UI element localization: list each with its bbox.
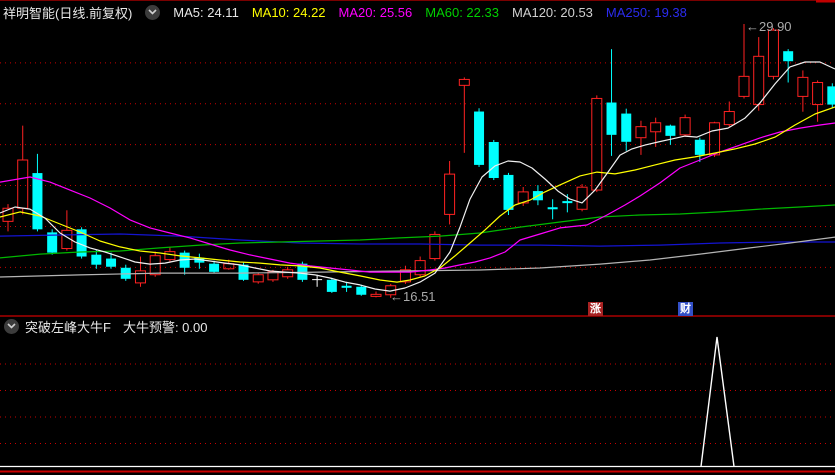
financial-report-badge[interactable]: 财 bbox=[678, 302, 693, 316]
candle bbox=[370, 291, 382, 298]
candle bbox=[474, 108, 485, 167]
candle bbox=[179, 250, 190, 275]
candle bbox=[621, 108, 632, 151]
candle bbox=[723, 101, 735, 127]
indicator-name[interactable]: 突破左峰大牛F bbox=[25, 317, 111, 336]
candle bbox=[606, 49, 617, 156]
candle bbox=[458, 77, 470, 153]
candle bbox=[414, 256, 426, 277]
indicator-value: 大牛预警: 0.00 bbox=[122, 319, 208, 335]
indicator-header: 突破左峰大牛F 大牛预警: 0.00 bbox=[4, 317, 208, 336]
candle bbox=[679, 114, 691, 137]
top-right-marker bbox=[816, 0, 835, 3]
ma60-legend: MA60: 22.33 bbox=[425, 4, 499, 20]
candle bbox=[797, 70, 809, 112]
candle bbox=[32, 153, 43, 232]
candle bbox=[61, 210, 73, 251]
ma120-legend: MA120: 20.53 bbox=[511, 4, 593, 20]
stock-title[interactable]: 祥明智能(日线.前复权) bbox=[3, 3, 132, 22]
candle bbox=[444, 161, 456, 225]
ma20-legend: MA20: 25.56 bbox=[338, 4, 413, 20]
chart-header: 祥明智能(日线.前复权) MA5: 24.11 MA10: 24.22 MA20… bbox=[3, 3, 687, 21]
ma-line-ma250 bbox=[0, 233, 835, 247]
candle bbox=[91, 249, 102, 269]
candle bbox=[120, 264, 131, 281]
candle bbox=[738, 24, 750, 99]
candle bbox=[591, 95, 603, 193]
candle bbox=[134, 256, 146, 287]
candle bbox=[767, 28, 779, 80]
ma-line-ma60 bbox=[0, 204, 835, 259]
indicator-spike bbox=[700, 336, 735, 467]
stock-chart-window: ←29.90 ←16.51 祥明智能(日线.前复权) MA5: 24.11 MA1… bbox=[0, 0, 835, 475]
candle bbox=[488, 139, 499, 181]
candle bbox=[812, 80, 824, 122]
chevron-down-icon[interactable] bbox=[145, 4, 161, 20]
candle bbox=[503, 172, 514, 216]
candle bbox=[576, 184, 588, 212]
candle bbox=[709, 121, 721, 157]
ma-line-ma5 bbox=[0, 61, 835, 292]
price-annotation: ←16.51 bbox=[390, 289, 436, 304]
candle bbox=[635, 120, 647, 155]
chevron-down-icon[interactable] bbox=[4, 318, 19, 334]
candlestick-chart-canvas[interactable]: ←29.90 ←16.51 bbox=[0, 0, 835, 475]
candle bbox=[827, 83, 835, 108]
candle bbox=[194, 253, 205, 269]
candle bbox=[665, 124, 676, 145]
ma5-legend: MA5: 24.11 bbox=[173, 4, 239, 20]
candle bbox=[17, 125, 29, 215]
ma250-legend: MA250: 19.38 bbox=[605, 4, 687, 20]
candle bbox=[47, 229, 58, 255]
candle bbox=[547, 199, 558, 220]
limit-up-news-badge[interactable]: 涨 bbox=[588, 302, 603, 316]
price-annotation: ←29.90 bbox=[746, 19, 792, 34]
ma10-legend: MA10: 24.22 bbox=[251, 4, 326, 20]
candle bbox=[252, 272, 264, 284]
